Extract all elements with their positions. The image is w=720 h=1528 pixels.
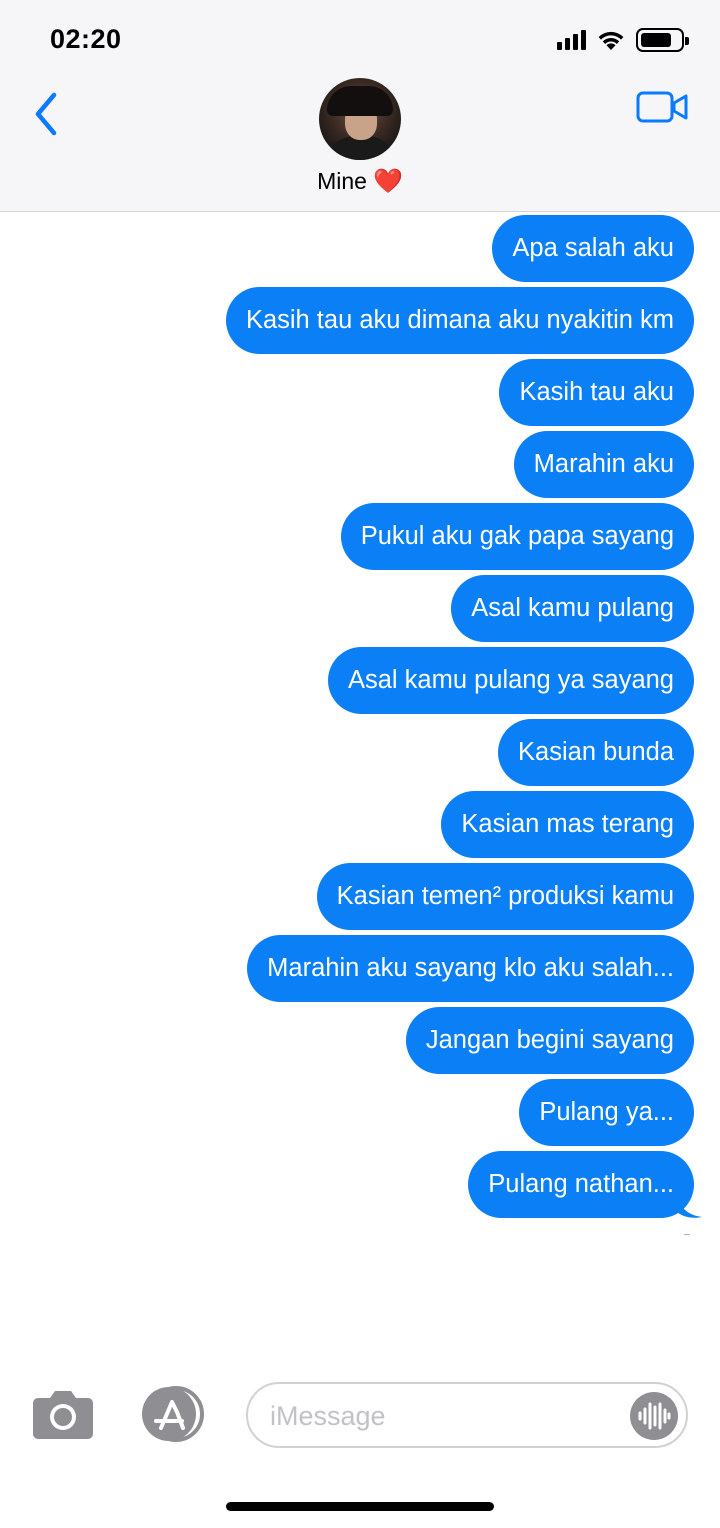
contact-name: Mine — [317, 168, 367, 194]
bubble-tail — [676, 1193, 702, 1218]
message-bubble[interactable]: Pulang ya... — [519, 1079, 694, 1146]
message-bubble[interactable]: Kasian bunda — [498, 719, 694, 786]
cellular-signal-icon — [557, 30, 586, 50]
divider-mark — [684, 1234, 690, 1235]
message-bubble[interactable]: Kasian mas terang — [441, 791, 694, 858]
message-bubble[interactable]: Jangan begini sayang — [405, 1007, 694, 1074]
app-store-button[interactable] — [136, 1386, 208, 1442]
status-time: 02:20 — [50, 24, 122, 54]
audio-message-button[interactable] — [630, 1392, 678, 1440]
battery-icon — [636, 28, 689, 52]
camera-icon — [33, 1391, 93, 1439]
message-bubble[interactable]: Kasih tau aku dimana aku nyakitin km — [225, 287, 694, 354]
message-bubble[interactable]: Asal kamu pulang ya sayang — [327, 647, 694, 714]
contact-name-button[interactable]: Mine ❤️ — [317, 168, 403, 195]
camera-button[interactable] — [32, 1388, 94, 1440]
message-bubble[interactable]: Marahin aku sayang klo aku salah... — [247, 935, 694, 1002]
contact-info: Mine ❤️ — [0, 78, 720, 195]
message-bubble[interactable]: Pukul aku gak papa sayang — [340, 503, 694, 570]
video-call-button[interactable] — [636, 88, 690, 128]
message-bubble[interactable]: Kasih tau aku — [499, 359, 694, 426]
status-icons — [557, 28, 689, 52]
heart-emoji: ❤️ — [372, 167, 403, 195]
message-input[interactable] — [270, 1394, 620, 1438]
message-bubble-last[interactable]: Pulang nathan... — [468, 1151, 694, 1218]
message-bubble[interactable]: Asal kamu pulang — [451, 575, 694, 642]
message-bubble[interactable]: Marahin aku — [513, 431, 694, 498]
wifi-icon — [598, 31, 624, 50]
message-bubble[interactable]: Kasian temen² produksi kamu — [316, 863, 694, 930]
audio-waveform-icon — [638, 1402, 671, 1430]
navigation-header: 02:20 Mine ❤️ — [0, 0, 720, 212]
app-store-icon — [142, 1386, 204, 1442]
message-composer[interactable] — [246, 1382, 688, 1448]
video-camera-icon — [636, 91, 688, 123]
message-bubble[interactable]: Apa salah aku — [492, 215, 694, 282]
home-indicator[interactable] — [226, 1502, 494, 1511]
avatar[interactable] — [319, 78, 401, 160]
